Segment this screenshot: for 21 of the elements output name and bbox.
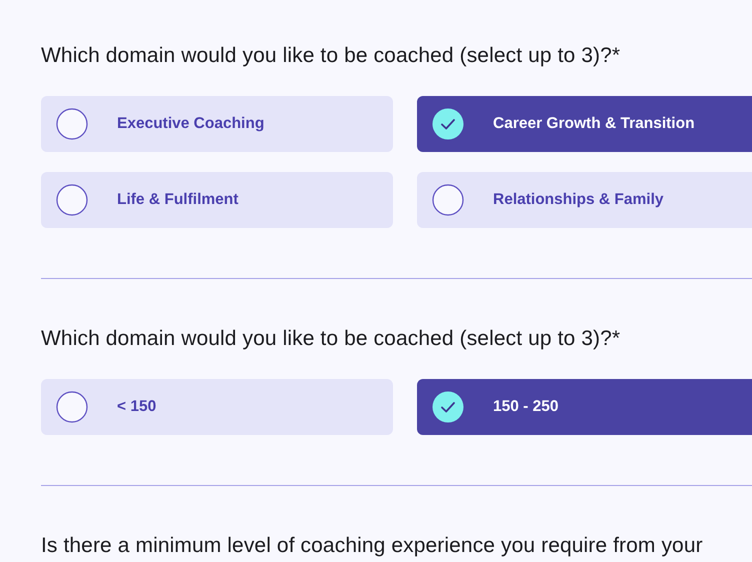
checkbox-icon [432,184,464,216]
option-label: Relationships & Family [493,191,664,209]
option-card[interactable]: Relationships & Family [417,172,752,228]
option-card[interactable]: 150 - 250 [417,379,752,435]
question-text: Which domain would you like to be coached (select up to 3)?* [41,326,622,352]
checkbox-icon [432,108,464,140]
checkbox-icon [56,108,88,140]
checkbox-icon [432,391,464,423]
option-card[interactable]: < 150 [41,379,393,435]
option-label: < 150 [117,398,156,416]
option-label: 150 - 250 [493,398,558,416]
option-label: Executive Coaching [117,115,264,133]
option-label: Life & Fulfilment [117,191,238,209]
option-card[interactable]: Executive Coaching [41,96,393,152]
option-card[interactable]: Career Growth & Transition [417,96,752,152]
question-text: Which domain would you like to be coached (select up to 3)?* [41,43,622,69]
option-label: Career Growth & Transition [493,115,695,133]
option-card[interactable]: Life & Fulfilment [41,172,393,228]
question-text: Is there a minimum level of coaching experience you require from your [41,533,704,559]
checkbox-icon [56,391,88,423]
checkbox-icon [56,184,88,216]
